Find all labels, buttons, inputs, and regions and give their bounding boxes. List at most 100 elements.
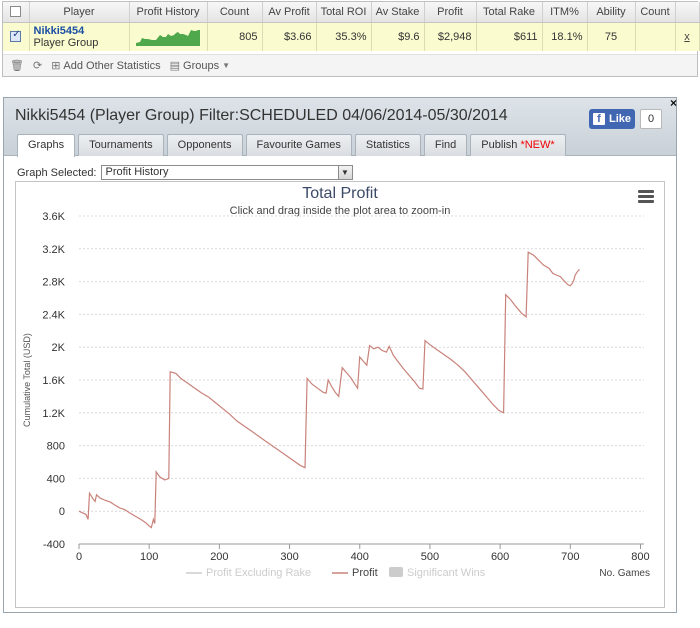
x-tick-label: 500: [421, 551, 439, 563]
ability-cell: 75: [587, 22, 636, 51]
col-header-remove: [675, 2, 700, 23]
col-header-profit-history[interactable]: Profit History: [129, 2, 208, 23]
y-tick-label: 0: [59, 506, 65, 518]
x-tick-label: 400: [351, 551, 369, 563]
tab-favourite-games[interactable]: Favourite Games: [245, 134, 352, 156]
groups-label: Groups: [183, 59, 220, 72]
facebook-like-button[interactable]: f Like: [589, 109, 635, 129]
tab-publish-label: Publish: [481, 139, 518, 151]
col-header-count[interactable]: Count: [207, 2, 263, 23]
col-header-total-roi[interactable]: Total ROI: [316, 2, 372, 23]
y-tick-label: 1.6K: [42, 375, 65, 387]
panel-title: Nikki5454 (Player Group) Filter:SCHEDULE…: [15, 107, 508, 124]
player-name-link[interactable]: Nikki5454: [34, 25, 125, 37]
new-badge: *NEW*: [520, 139, 555, 151]
y-tick-label: 1.2K: [42, 408, 65, 420]
stats-toolbar: 🗑 ⟳ ⊞ Add Other Statistics ▤ Groups ▼: [3, 54, 697, 76]
legend-item-profit: Profit: [352, 567, 378, 579]
graph-select-dropdown[interactable]: Profit History ▼: [100, 165, 353, 180]
tab-statistics[interactable]: Statistics: [354, 134, 421, 156]
y-axis-label: Cumulative Total (USD): [22, 333, 32, 427]
col-header-total-rake[interactable]: Total Rake: [476, 2, 543, 23]
graph-selector-row: Graph Selected: Profit History ▼: [17, 165, 353, 180]
y-tick-label: 3.6K: [42, 211, 65, 223]
graph-select-value: Profit History: [105, 166, 169, 178]
count-cell: 805: [207, 22, 263, 51]
y-tick-label: 3.2K: [42, 244, 65, 256]
groups-icon: ▤: [169, 60, 181, 72]
row-checkbox[interactable]: [10, 29, 22, 43]
col-header-profit[interactable]: Profit: [424, 2, 477, 23]
player-cell[interactable]: Nikki5454 Player Group: [29, 22, 130, 51]
chevron-down-icon: ▼: [222, 61, 231, 70]
chart-title: Total Profit: [302, 185, 378, 202]
legend-item-profit-excluding-rake: Profit Excluding Rake: [206, 567, 311, 579]
x-tick-label: 700: [561, 551, 579, 563]
chart-menu-icon[interactable]: [638, 190, 654, 203]
profit-series-line: [78, 251, 580, 529]
av-profit-cell: $3.66: [262, 22, 317, 51]
x-tick-label: 800: [631, 551, 649, 563]
tab-find[interactable]: Find: [423, 134, 468, 156]
profit-chart[interactable]: Total Profit Click and drag inside the pl…: [16, 182, 664, 607]
profit-cell: $2,948: [424, 22, 477, 51]
col-header-ability[interactable]: Ability: [587, 2, 636, 23]
y-tick-label: 800: [47, 441, 65, 453]
groups-dropdown[interactable]: ▤ Groups ▼: [169, 59, 231, 73]
select-all-checkbox[interactable]: [10, 6, 22, 18]
col-header-av-stake[interactable]: Av Stake: [371, 2, 425, 23]
chart-container[interactable]: Total Profit Click and drag inside the pl…: [15, 181, 665, 608]
y-tick-label: 2.8K: [42, 277, 65, 289]
select-all-header[interactable]: [3, 2, 30, 23]
add-other-statistics-label: Add Other Statistics: [63, 59, 161, 72]
x-tick-label: 200: [210, 551, 228, 563]
col-header-av-profit[interactable]: Av Profit: [262, 2, 317, 23]
tab-tournaments[interactable]: Tournaments: [78, 134, 164, 156]
close-icon[interactable]: ×: [670, 96, 677, 110]
itm-cell: 18.1%: [542, 22, 588, 51]
add-stats-icon: ⊞: [51, 60, 61, 72]
count-2-cell: [635, 22, 676, 51]
x-axis-label: No. Games: [599, 568, 650, 579]
total-rake-cell: $611: [476, 22, 543, 51]
stats-header-row: Player Profit History Count Av Profit To…: [3, 2, 700, 23]
tab-graphs[interactable]: Graphs: [17, 134, 76, 157]
facebook-like-label: Like: [609, 113, 632, 125]
stats-grid: Player Profit History Count Av Profit To…: [3, 2, 700, 51]
remove-row-button[interactable]: x: [675, 22, 700, 51]
add-other-statistics-button[interactable]: ⊞ Add Other Statistics: [51, 59, 161, 73]
tab-publish[interactable]: Publish *NEW*: [470, 134, 566, 156]
player-group-label: Player Group: [33, 36, 99, 49]
y-tick-label: 2.4K: [42, 309, 65, 321]
x-tick-label: 300: [280, 551, 298, 563]
facebook-icon: f: [593, 113, 605, 125]
tab-opponents[interactable]: Opponents: [166, 134, 243, 156]
table-row[interactable]: Nikki5454 Player Group 805 $3.66 35.3% $…: [3, 22, 700, 51]
col-header-count-2[interactable]: Count: [635, 2, 676, 23]
player-stats-table: Player Profit History Count Av Profit To…: [2, 1, 700, 77]
y-tick-label: 2K: [52, 342, 66, 354]
graph-panel: Nikki5454 (Player Group) Filter:SCHEDULE…: [3, 96, 677, 613]
row-select-cell[interactable]: [3, 22, 30, 51]
refresh-icon[interactable]: ⟳: [33, 59, 42, 72]
trash-icon[interactable]: 🗑: [10, 59, 24, 72]
panel-tabs: Graphs Tournaments Opponents Favourite G…: [17, 134, 566, 157]
facebook-like-count: 0: [640, 109, 662, 129]
col-header-itm[interactable]: ITM%: [542, 2, 588, 23]
sparkline-area: [136, 29, 200, 46]
legend-symbol-significant-wins: [389, 567, 403, 577]
profit-history-sparkline-cell: [129, 22, 208, 51]
profit-sparkline: [136, 29, 200, 46]
panel-header: Nikki5454 (Player Group) Filter:SCHEDULE…: [4, 96, 677, 157]
total-roi-cell: 35.3%: [316, 22, 372, 51]
legend-item-significant-wins: Significant Wins: [407, 567, 486, 579]
x-tick-label: 600: [491, 551, 509, 563]
y-tick-label: -400: [43, 539, 65, 551]
graph-selected-label: Graph Selected:: [17, 166, 97, 179]
y-tick-label: 400: [47, 473, 65, 485]
col-header-player[interactable]: Player: [29, 2, 130, 23]
dropdown-arrow-icon: ▼: [337, 166, 352, 179]
x-tick-label: 100: [140, 551, 158, 563]
x-tick-label: 0: [76, 551, 82, 563]
chart-subtitle: Click and drag inside the plot area to z…: [230, 205, 451, 217]
